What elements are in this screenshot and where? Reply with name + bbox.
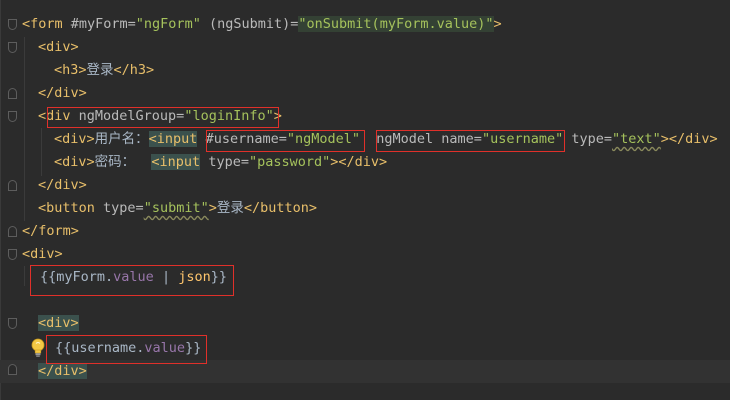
indent-guide bbox=[24, 37, 25, 221]
annotation-box-template-ref bbox=[206, 130, 365, 152]
fold-marker-icon[interactable] bbox=[8, 226, 17, 237]
fold-marker-icon[interactable] bbox=[8, 364, 17, 375]
code-editor[interactable]: <form #myForm="ngForm" (ngSubmit)="onSub… bbox=[0, 0, 730, 400]
fold-marker-icon[interactable] bbox=[8, 111, 17, 122]
code-line-3[interactable]: <h3>登录</h3> bbox=[54, 59, 154, 82]
fold-marker-icon[interactable] bbox=[8, 19, 17, 30]
code-line-2[interactable]: <div> bbox=[38, 36, 79, 59]
code-line-9[interactable]: <button type="submit">登录</button> bbox=[38, 197, 317, 220]
heading-text: 登录 bbox=[86, 62, 114, 78]
password-label-text: 密码： bbox=[94, 154, 152, 170]
indent-guide bbox=[24, 266, 25, 286]
code-line-11[interactable]: <div> bbox=[22, 243, 63, 266]
code-line-1[interactable]: <form #myForm="ngForm" (ngSubmit)="onSub… bbox=[22, 13, 502, 36]
code-line-14[interactable]: <div> bbox=[38, 312, 79, 335]
fold-marker-icon[interactable] bbox=[8, 180, 17, 191]
button-text: 登录 bbox=[216, 200, 244, 216]
annotation-box-form-value bbox=[30, 265, 234, 296]
annotation-box-ngmodel-name bbox=[376, 130, 565, 152]
indent-guide bbox=[41, 128, 42, 176]
annotation-box-model-group bbox=[47, 107, 279, 128]
form-open-tag: <form bbox=[22, 16, 63, 32]
username-label-text: 用户名： bbox=[94, 131, 149, 147]
fold-marker-icon[interactable] bbox=[8, 42, 17, 53]
code-line-7[interactable]: <div>密码： <input type="password"></div> bbox=[54, 151, 387, 174]
submit-handler: onSubmit bbox=[306, 16, 372, 32]
fold-marker-icon[interactable] bbox=[8, 249, 17, 260]
code-line-8[interactable]: </div> bbox=[38, 174, 87, 197]
fold-marker-icon[interactable] bbox=[8, 318, 17, 329]
code-line-10[interactable]: </form> bbox=[22, 220, 79, 243]
lightbulb-icon[interactable] bbox=[31, 338, 45, 358]
code-line-4[interactable]: </div> bbox=[38, 82, 87, 105]
fold-marker-icon[interactable] bbox=[8, 88, 17, 99]
annotation-box-username-value bbox=[46, 335, 207, 364]
gutter-divider bbox=[0, 0, 1, 400]
